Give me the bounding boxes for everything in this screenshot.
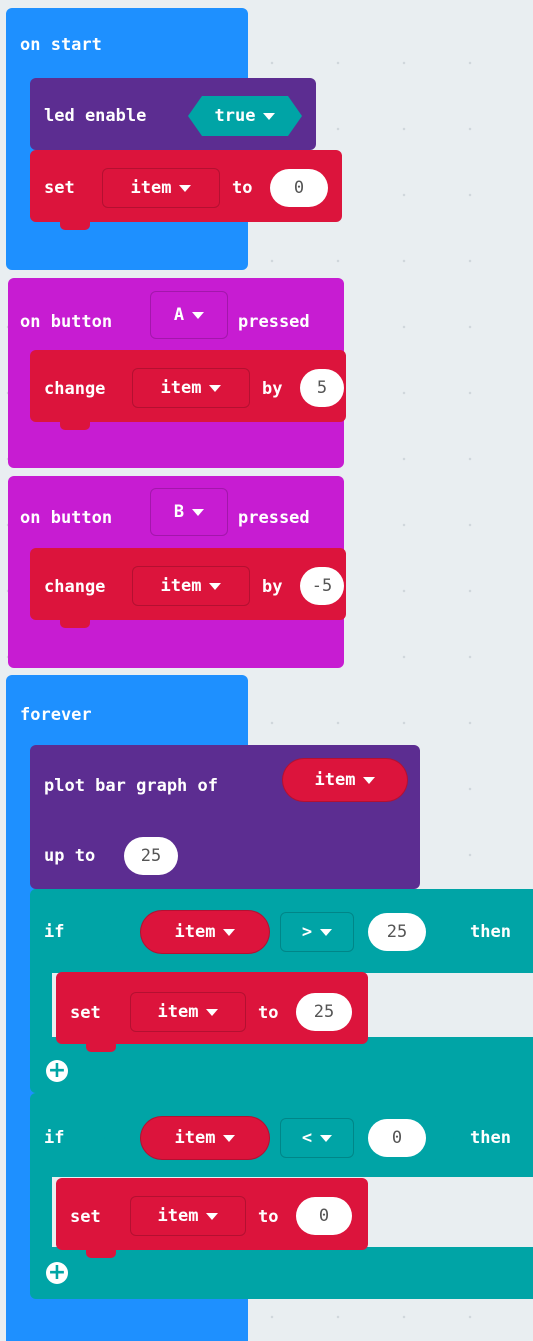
if-label: if bbox=[44, 922, 65, 942]
caret-down-icon bbox=[192, 311, 205, 319]
set-value-input[interactable]: 25 bbox=[296, 993, 352, 1031]
caret-down-icon bbox=[192, 508, 205, 516]
change-label: change bbox=[44, 577, 106, 597]
if-1-operator-label: > bbox=[301, 922, 313, 942]
set-variable-dropdown[interactable]: item bbox=[102, 168, 220, 208]
if-1-operator-dropdown[interactable]: > bbox=[280, 912, 354, 952]
by-label: by bbox=[262, 379, 283, 399]
plot-label: plot bar graph of bbox=[44, 776, 218, 796]
on-button-a-suffix: pressed bbox=[238, 312, 310, 332]
if-2-compare-value[interactable]: 0 bbox=[368, 1119, 426, 1157]
set-label: set bbox=[70, 1207, 101, 1227]
if-2-operator-dropdown[interactable]: < bbox=[280, 1118, 354, 1158]
change-variable-label: item bbox=[160, 378, 202, 398]
by-label: by bbox=[262, 577, 283, 597]
caret-down-icon bbox=[209, 582, 222, 590]
set-variable-label: item bbox=[130, 178, 172, 198]
then-label: then bbox=[470, 1128, 511, 1148]
set-variable-label: item bbox=[157, 1206, 199, 1226]
to-label: to bbox=[232, 178, 253, 198]
on-button-b-suffix: pressed bbox=[238, 508, 310, 528]
block-notch bbox=[60, 422, 90, 430]
on-start-label: on start bbox=[20, 35, 102, 55]
set-value-input[interactable]: 0 bbox=[296, 1197, 352, 1235]
button-b-dropdown[interactable]: B bbox=[150, 488, 228, 536]
up-to-label: up to bbox=[44, 846, 96, 866]
plus-circle-icon[interactable]: + bbox=[46, 1060, 68, 1082]
on-button-b-prefix: on button bbox=[20, 508, 113, 528]
if-1-variable-label: item bbox=[174, 922, 216, 942]
caret-down-icon bbox=[206, 1008, 219, 1016]
plot-max-input[interactable]: 25 bbox=[124, 837, 178, 875]
button-a-value: A bbox=[173, 305, 185, 325]
set-variable-label: item bbox=[157, 1002, 199, 1022]
change-variable-dropdown[interactable]: item bbox=[132, 368, 250, 408]
to-label: to bbox=[258, 1207, 279, 1227]
button-b-value: B bbox=[173, 502, 185, 522]
change-value-input[interactable]: -5 bbox=[300, 567, 344, 605]
caret-down-icon bbox=[263, 113, 275, 120]
caret-down-icon bbox=[320, 1134, 333, 1142]
change-value-input[interactable]: 5 bbox=[300, 369, 344, 407]
caret-down-icon bbox=[209, 384, 222, 392]
change-label: change bbox=[44, 379, 106, 399]
set-label: set bbox=[44, 178, 75, 198]
block-notch bbox=[86, 1250, 116, 1258]
caret-down-icon bbox=[206, 1212, 219, 1220]
plot-variable-label: item bbox=[314, 770, 356, 790]
change-variable-label: item bbox=[160, 576, 202, 596]
caret-down-icon bbox=[223, 1134, 236, 1142]
if-2-operator-label: < bbox=[301, 1128, 313, 1148]
then-label: then bbox=[470, 922, 511, 942]
set-label: set bbox=[70, 1003, 101, 1023]
to-label: to bbox=[258, 1003, 279, 1023]
plus-circle-icon[interactable]: + bbox=[46, 1262, 68, 1284]
set-variable-dropdown[interactable]: item bbox=[130, 992, 246, 1032]
block-notch bbox=[86, 1044, 116, 1052]
led-enable-dropdown[interactable]: true bbox=[188, 96, 302, 136]
change-variable-dropdown[interactable]: item bbox=[132, 566, 250, 606]
caret-down-icon bbox=[223, 928, 236, 936]
set-value-input[interactable]: 0 bbox=[270, 169, 328, 207]
block-notch bbox=[60, 620, 90, 628]
set-variable-dropdown[interactable]: item bbox=[130, 1196, 246, 1236]
if-2-variable-label: item bbox=[174, 1128, 216, 1148]
block-notch bbox=[60, 222, 90, 230]
led-enable-label: led enable bbox=[44, 106, 147, 126]
caret-down-icon bbox=[320, 928, 333, 936]
forever-label: forever bbox=[20, 705, 92, 725]
caret-down-icon bbox=[179, 184, 192, 192]
if-1-compare-value[interactable]: 25 bbox=[368, 913, 426, 951]
button-a-dropdown[interactable]: A bbox=[150, 291, 228, 339]
if-2-variable-dropdown[interactable]: item bbox=[140, 1116, 270, 1160]
on-button-a-prefix: on button bbox=[20, 312, 113, 332]
if-1-variable-dropdown[interactable]: item bbox=[140, 910, 270, 954]
caret-down-icon bbox=[363, 776, 376, 784]
led-enable-value: true bbox=[214, 106, 256, 126]
plot-variable-dropdown[interactable]: item bbox=[282, 758, 408, 802]
if-label: if bbox=[44, 1128, 65, 1148]
